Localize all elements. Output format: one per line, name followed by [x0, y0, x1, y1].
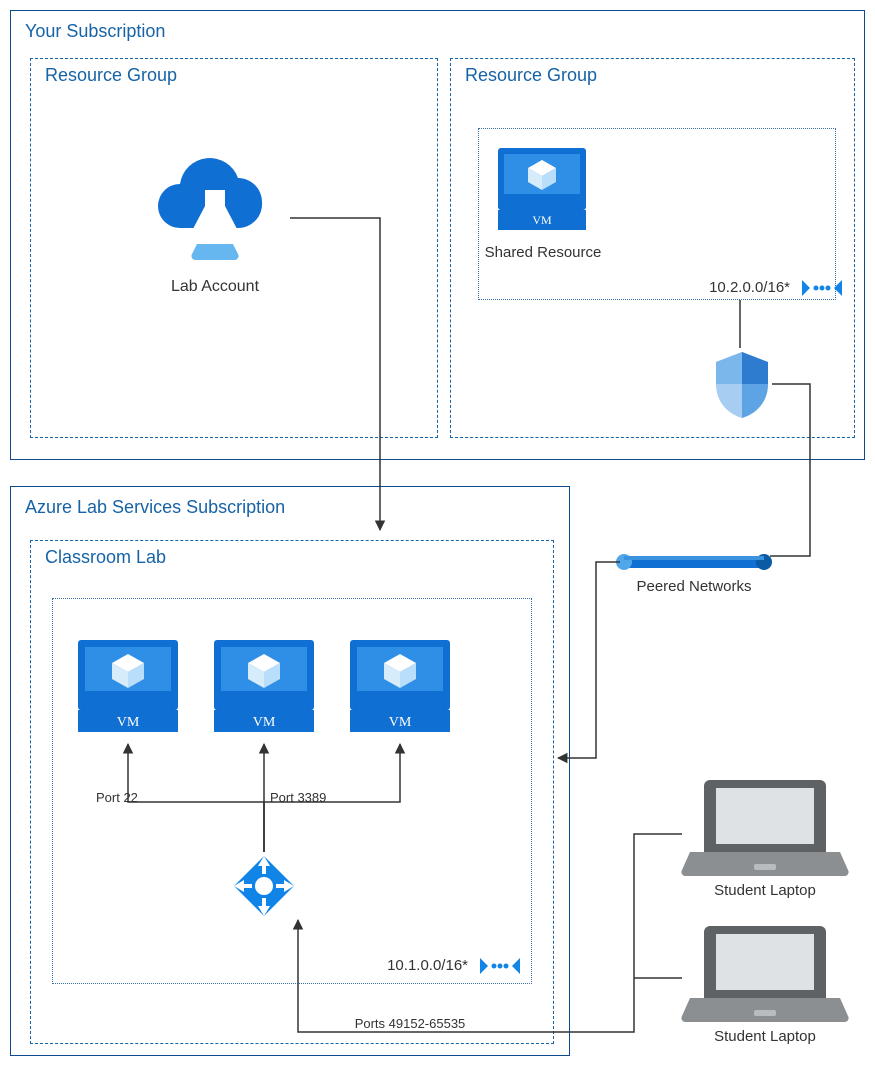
vnet-icon-classroom: [478, 948, 522, 989]
shield-icon: [712, 350, 772, 425]
classroom-vm-1-icon: VM: [78, 640, 178, 737]
als-subscription-title: Azure Lab Services Subscription: [19, 495, 291, 520]
classroom-lab-title: Classroom Lab: [39, 545, 172, 570]
resource-group-1-title: Resource Group: [39, 63, 183, 88]
lab-account-icon: [145, 158, 285, 268]
resource-group-2-title: Resource Group: [459, 63, 603, 88]
svg-text:VM: VM: [389, 715, 412, 730]
cidr-shared-label: 10.2.0.0/16*: [690, 279, 790, 296]
svg-text:VM: VM: [532, 213, 552, 227]
shared-resource-vm-icon: VM: [498, 148, 586, 235]
student-laptop-1-icon: [680, 772, 850, 887]
load-balancer-icon: [232, 854, 296, 923]
classroom-vm-2-icon: VM: [214, 640, 314, 737]
vnet-icon-shared: [800, 270, 844, 311]
cidr-classroom-label: 10.1.0.0/16*: [368, 957, 468, 974]
classroom-vm-3-icon: VM: [350, 640, 450, 737]
svg-text:VM: VM: [117, 715, 140, 730]
student-laptop-2-label: Student Laptop: [700, 1028, 830, 1045]
port3389-label: Port 3389: [270, 790, 350, 805]
lab-account-label: Lab Account: [150, 278, 280, 296]
student-laptop-2-icon: [680, 918, 850, 1033]
your-subscription-title: Your Subscription: [19, 19, 171, 44]
port22-label: Port 22: [96, 790, 166, 805]
shared-resource-label: Shared Resource: [478, 244, 608, 261]
svg-text:VM: VM: [253, 715, 276, 730]
ports-range-label: Ports 49152-65535: [330, 1016, 490, 1031]
peered-networks-icon: [614, 550, 774, 579]
student-laptop-1-label: Student Laptop: [700, 882, 830, 899]
peered-networks-label: Peered Networks: [624, 578, 764, 595]
